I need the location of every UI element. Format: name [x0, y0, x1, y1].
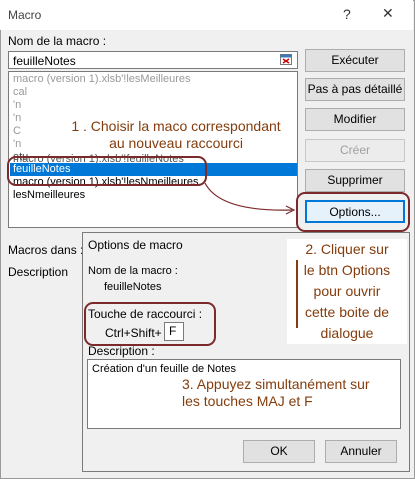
highlight-shortcut	[84, 302, 216, 346]
annotation-step-2-line: dialogue	[320, 325, 374, 341]
options-name-label: Nom de la macro :	[88, 265, 178, 277]
annotation-step-2-bar	[296, 260, 298, 328]
options-name-value: feuilleNotes	[104, 281, 162, 293]
options-description-label: Description :	[88, 344, 155, 358]
annotation-step-2-line: le btn Options	[303, 262, 391, 278]
annotation-step-3-line: les touches MAJ et F	[182, 393, 313, 409]
annotation-step-2: 2. Cliquer sur le btn Options pour ouvri…	[287, 239, 407, 344]
annotation-step-3-line: 3. Appuyez simultanément sur	[182, 376, 370, 392]
annotation-step-2-line: cette boite de	[304, 304, 390, 320]
cancel-button[interactable]: Annuler	[325, 440, 397, 463]
ok-button[interactable]: OK	[243, 440, 315, 463]
annotation-step-3: 3. Appuyez simultanément sur les touches…	[182, 376, 382, 410]
options-dialog-title: Options de macro	[88, 238, 183, 252]
annotation-step-2-line: pour ouvrir	[313, 283, 381, 299]
description-text: Création d'un feuille de Notes	[92, 363, 236, 375]
annotation-step-2-line: 2. Cliquer sur	[305, 241, 389, 257]
